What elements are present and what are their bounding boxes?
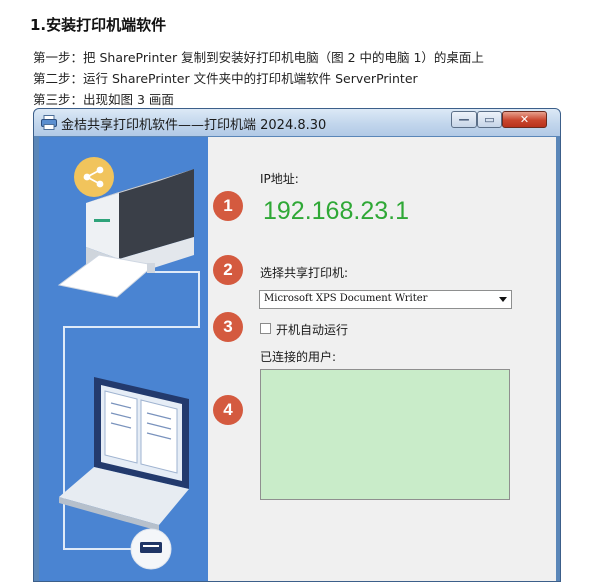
share-icon (74, 157, 114, 197)
app-printer-icon (41, 115, 57, 130)
autorun-label[interactable]: 开机自动运行 (276, 321, 348, 338)
step-marker-3: 3 (213, 312, 243, 342)
close-button[interactable]: ✕ (502, 111, 547, 128)
step-2-text: 第二步：运行 SharePrinter 文件夹中的打印机端软件 ServerPr… (33, 71, 418, 86)
ip-label: IP地址: (260, 172, 299, 186)
document-heading: 1.安装打印机端软件 (30, 16, 167, 34)
step-marker-1: 1 (213, 191, 243, 221)
window-title: 金桔共享打印机软件——打印机端 2024.8.30 (61, 118, 327, 133)
laptop-icon (59, 377, 189, 570)
connected-users-list[interactable] (260, 369, 510, 500)
minimize-icon: — (458, 113, 470, 126)
step-3-text: 第三步：出现如图 3 画面 (33, 92, 174, 107)
ip-address-value: 192.168.23.1 (263, 197, 409, 225)
step-marker-4: 4 (213, 395, 243, 425)
step-1-text: 第一步：把 SharePrinter 复制到安装好打印机电脑（图 2 中的电脑 … (33, 50, 484, 65)
users-label: 已连接的用户: (260, 350, 337, 364)
illustration (57, 157, 200, 570)
step-marker-2: 2 (213, 255, 243, 285)
printer-select-value: Microsoft XPS Document Writer (264, 293, 428, 304)
client-area: IP地址: 192.168.23.1 选择共享打印机: Microsoft XP… (39, 137, 556, 581)
minimize-button[interactable]: — (451, 111, 477, 128)
title-bar[interactable]: 金桔共享打印机软件——打印机端 2024.8.30 — ▭ ✕ (34, 109, 560, 136)
app-window: 金桔共享打印机软件——打印机端 2024.8.30 — ▭ ✕ IP地址: 19… (33, 108, 561, 582)
autorun-checkbox[interactable] (260, 323, 271, 334)
chevron-down-icon (499, 297, 507, 302)
maximize-icon: ▭ (484, 113, 495, 126)
printer-select[interactable]: Microsoft XPS Document Writer (259, 290, 512, 309)
printer-label: 选择共享打印机: (260, 266, 349, 280)
close-icon: ✕ (519, 113, 530, 126)
illustration-panel (39, 137, 208, 581)
maximize-button[interactable]: ▭ (477, 111, 502, 128)
